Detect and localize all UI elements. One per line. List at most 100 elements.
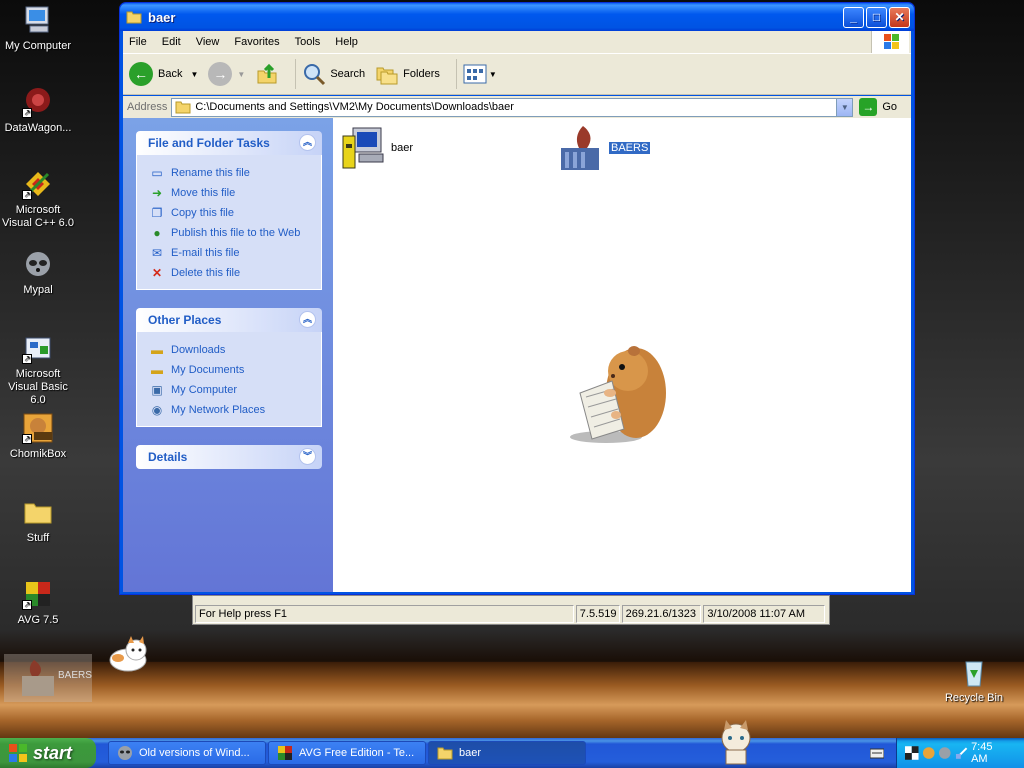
desktop-icon-label: Microsoft Visual Basic 6.0	[8, 368, 68, 406]
desktop-icon-label: My Computer	[4, 40, 72, 52]
back-dropdown-icon[interactable]: ▼	[190, 70, 198, 79]
taskbar-button-avg[interactable]: AVG Free Edition - Te...	[268, 741, 426, 765]
menu-view[interactable]: View	[196, 36, 220, 48]
delete-icon: ✕	[151, 266, 163, 280]
other-places-title: Other Places	[148, 313, 222, 327]
file-item-baer[interactable]: baer	[337, 124, 413, 172]
collapse-chevron-icon[interactable]: ︽	[299, 311, 316, 328]
task-copy[interactable]: ❐ Copy this file	[149, 203, 321, 223]
menu-tools[interactable]: Tools	[295, 36, 321, 48]
raccoon-tray-icon[interactable]	[938, 746, 952, 760]
address-input[interactable]: C:\Documents and Settings\VM2\My Documen…	[171, 97, 854, 117]
desktop-icon-label: Stuff	[26, 532, 50, 544]
clock[interactable]: 7:45 AM	[971, 741, 1010, 765]
avg-icon: ↗	[22, 578, 54, 610]
start-label: start	[33, 742, 73, 763]
window-titlebar[interactable]: baer _ □ ✕	[120, 3, 914, 31]
close-button[interactable]: ✕	[889, 7, 910, 28]
network-tray-icon[interactable]	[955, 746, 969, 760]
desktop-icon-mypal[interactable]: Mypal	[0, 248, 76, 297]
status-version: 7.5.519	[575, 605, 620, 623]
task-pane: File and Folder Tasks ︽ ▭ Rename this fil…	[123, 118, 333, 592]
task-move[interactable]: ➜ Move this file	[149, 183, 321, 203]
status-help-text: For Help press F1	[195, 605, 574, 623]
folder-icon: ▬	[151, 343, 163, 357]
collapse-chevron-icon[interactable]: ︽	[299, 134, 316, 151]
desktop-icon-my-computer[interactable]: My Computer	[0, 4, 76, 53]
taskbar-button-label: baer	[459, 747, 482, 759]
task-email[interactable]: ✉ E-mail this file	[149, 243, 321, 263]
taskbar-button-old-versions[interactable]: Old versions of Wind...	[108, 741, 266, 765]
other-places-panel: Other Places ︽ ▬ Downloads ▬ My Documents …	[136, 308, 322, 427]
email-icon: ✉	[151, 246, 163, 260]
menu-favorites[interactable]: Favorites	[234, 36, 279, 48]
my-computer-icon: ▣	[151, 383, 163, 397]
task-label: Move this file	[171, 187, 236, 199]
menu-edit[interactable]: Edit	[162, 36, 181, 48]
folders-button[interactable]: Folders	[375, 62, 440, 86]
avg-tray-icon[interactable]	[905, 746, 919, 760]
file-item-baers[interactable]: BAERS	[555, 124, 651, 172]
task-delete[interactable]: ✕ Delete this file	[149, 263, 321, 283]
shortcut-arrow-icon: ↗	[22, 354, 32, 364]
back-button[interactable]: ← Back ▼	[129, 62, 198, 86]
place-network[interactable]: ◉ My Network Places	[149, 400, 321, 420]
desktop-icon-label: ChomikBox	[9, 448, 67, 460]
desktop-icon-label: Recycle Bin	[944, 692, 1004, 704]
search-icon	[304, 64, 326, 86]
menu-help[interactable]: Help	[335, 36, 358, 48]
toolbar-separator	[455, 59, 457, 89]
taskbar-button-baer[interactable]: baer	[428, 741, 586, 765]
file-list-area[interactable]: baer BAERS	[333, 118, 911, 592]
desktop-icon-chomikbox[interactable]: ↗ ChomikBox	[0, 412, 76, 461]
address-bar: Address C:\Documents and Settings\VM2\My…	[123, 96, 911, 118]
network-icon: ◉	[151, 403, 163, 417]
desktop-icon-visual-basic[interactable]: ↗ Microsoft Visual Basic 6.0	[0, 332, 76, 407]
task-rename[interactable]: ▭ Rename this file	[149, 163, 321, 183]
other-places-header[interactable]: Other Places ︽	[136, 308, 322, 332]
expand-chevron-icon[interactable]: ︾	[299, 448, 316, 465]
baers-logo-icon	[22, 660, 54, 696]
start-button[interactable]: start	[0, 738, 96, 768]
views-button[interactable]: ▼	[463, 63, 497, 85]
desktop-icon-avg[interactable]: ↗ AVG 7.5	[0, 578, 76, 627]
desktop-icon-stuff[interactable]: Stuff	[0, 496, 76, 545]
place-downloads[interactable]: ▬ Downloads	[149, 340, 321, 360]
file-name: baer	[391, 142, 414, 154]
desktop-icon-recycle-bin[interactable]: Recycle Bin	[936, 656, 1012, 705]
cat-desktop-icon	[109, 636, 147, 672]
details-panel: Details ︾	[136, 445, 322, 469]
hamster-tray-icon[interactable]	[922, 746, 936, 760]
file-folder-tasks-title: File and Folder Tasks	[148, 136, 270, 150]
file-folder-tasks-panel: File and Folder Tasks ︽ ▭ Rename this fil…	[136, 131, 322, 290]
visual-basic-icon: ↗	[22, 332, 54, 364]
place-my-computer[interactable]: ▣ My Computer	[149, 380, 321, 400]
task-publish[interactable]: ● Publish this file to the Web	[149, 223, 321, 243]
search-button[interactable]: Search	[302, 62, 365, 86]
system-tray: 7:45 AM	[896, 738, 1024, 768]
shortcut-arrow-icon: ↗	[22, 108, 32, 118]
details-header[interactable]: Details ︾	[136, 445, 322, 469]
forward-dropdown-icon[interactable]: ▼	[237, 70, 245, 79]
place-my-documents[interactable]: ▬ My Documents	[149, 360, 321, 380]
other-places-body: ▬ Downloads ▬ My Documents ▣ My Computer ◉ M…	[136, 332, 322, 427]
desktop-icon-datawagon[interactable]: ↗ DataWagon...	[0, 86, 76, 135]
baers-desktop-thumbnail[interactable]: BAERS	[4, 654, 92, 702]
up-folder-button[interactable]	[255, 62, 279, 86]
desktop-icon-visual-cpp[interactable]: ↗ Microsoft Visual C++ 6.0	[0, 168, 76, 230]
go-label: Go	[882, 101, 898, 113]
desktop-icon-label: Microsoft Visual C++ 6.0	[2, 204, 74, 229]
go-button[interactable]: → Go	[859, 98, 897, 116]
menubar: File Edit View Favorites Tools Help	[123, 31, 911, 53]
task-label: Delete this file	[171, 267, 241, 279]
folder-icon	[22, 496, 54, 528]
forward-button[interactable]: → ▼	[208, 62, 245, 86]
file-folder-tasks-header[interactable]: File and Folder Tasks ︽	[136, 131, 322, 155]
maximize-button[interactable]: □	[866, 7, 887, 28]
minimize-button[interactable]: _	[843, 7, 864, 28]
address-dropdown-icon[interactable]: ▼	[836, 98, 853, 116]
shortcut-arrow-icon: ↗	[22, 600, 32, 610]
keyboard-icon[interactable]	[870, 747, 884, 759]
task-label: Rename this file	[171, 167, 250, 179]
menu-file[interactable]: File	[129, 36, 147, 48]
